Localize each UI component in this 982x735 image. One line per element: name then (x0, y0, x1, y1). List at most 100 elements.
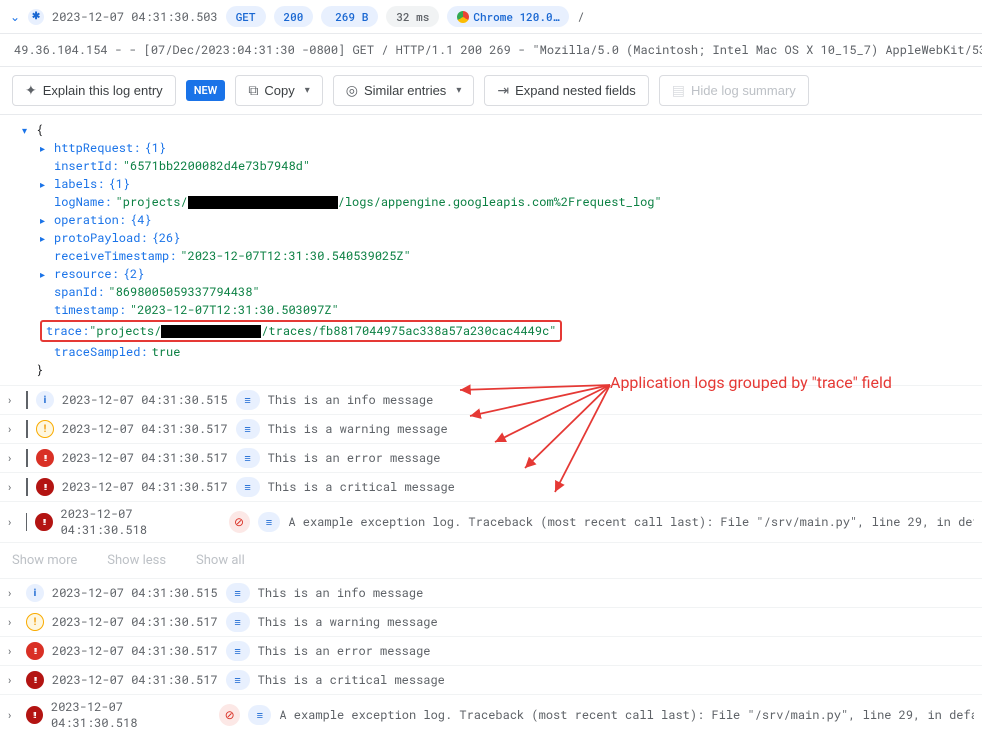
log-timestamp: 2023-12-07 04:31:30.518 (51, 699, 211, 731)
error-reporting-icon[interactable]: ⊘ (219, 704, 240, 726)
log-entry: › 2023-12-07 04:31:30.517 ≡ This is an erro… (0, 443, 982, 472)
log-message: This is a warning message (258, 614, 438, 630)
log-entry: › i 2023-12-07 04:31:30.515 ≡ This is an inf… (0, 385, 982, 414)
severity-info-icon[interactable]: i (26, 584, 44, 602)
expand-caret-icon[interactable]: › (8, 645, 18, 658)
filter-pill-icon[interactable]: ≡ (226, 670, 250, 690)
show-more-link[interactable]: Show more (12, 553, 77, 568)
json-key-httprequest[interactable]: httpRequest: (54, 140, 140, 156)
json-key-insertid[interactable]: insertId: (54, 158, 119, 174)
http-method-pill[interactable]: GET (226, 6, 266, 27)
tree-caret-icon[interactable]: ▸ (40, 142, 50, 155)
group-indicator-bar (26, 449, 28, 467)
latency-pill[interactable]: 32 ms (386, 6, 439, 27)
log-message: This is an info message (268, 392, 434, 408)
header-timestamp: 2023-12-07 04:31:30.503 (52, 9, 218, 25)
expand-caret-icon[interactable]: › (8, 674, 18, 687)
chevron-down-icon[interactable]: ⌄ (10, 10, 20, 24)
hide-summary-button: ▤ Hide log summary (659, 75, 809, 106)
severity-info-icon[interactable]: i (36, 391, 54, 409)
log-entry: ›2023-12-07 04:31:30.517≡This is an erro… (0, 636, 982, 665)
expand-caret-icon[interactable]: › (8, 709, 18, 722)
log-message: A example exception log. Traceback (most… (288, 514, 974, 530)
tree-caret-icon[interactable]: ▾ (22, 124, 32, 137)
json-key-labels[interactable]: labels: (54, 176, 104, 192)
json-key-resource[interactable]: resource: (54, 266, 119, 282)
log-timestamp: 2023-12-07 04:31:30.515 (62, 392, 228, 408)
tree-caret-icon[interactable]: ▸ (40, 268, 50, 281)
filter-pill-icon[interactable]: ≡ (236, 419, 260, 439)
severity-critical-icon[interactable] (26, 671, 44, 689)
log-timestamp: 2023-12-07 04:31:30.515 (52, 585, 218, 601)
json-key-timestamp[interactable]: timestamp: (54, 302, 126, 318)
log-message: This is a critical message (258, 672, 445, 688)
log-timestamp: 2023-12-07 04:31:30.518 (61, 506, 221, 538)
explain-button[interactable]: ✦ Explain this log entry (12, 75, 176, 106)
filter-pill-icon[interactable]: ≡ (226, 583, 250, 603)
copy-icon: ⧉ (248, 82, 258, 99)
expand-caret-icon[interactable]: › (8, 516, 18, 529)
log-entry: ›2023-12-07 04:31:30.517≡This is a warni… (0, 414, 982, 443)
severity-critical-icon[interactable] (35, 513, 52, 531)
severity-critical-icon[interactable] (36, 478, 54, 496)
json-key-protopayload[interactable]: protoPayload: (54, 230, 148, 246)
filter-pill-icon[interactable]: ≡ (258, 512, 281, 532)
filter-pill-icon[interactable]: ≡ (226, 612, 250, 632)
severity-default-icon: ✱ (28, 9, 44, 25)
response-size-pill[interactable]: 269 B (321, 6, 378, 27)
show-all-link[interactable]: Show all (196, 553, 245, 568)
expand-caret-icon[interactable]: › (8, 481, 18, 494)
log-message: This is an error message (268, 450, 441, 466)
log-timestamp: 2023-12-07 04:31:30.517 (52, 614, 218, 630)
raw-log-text: 49.36.104.154 - - [07/Dec/2023:04:31:30 … (0, 34, 982, 67)
json-key-receivetimestamp[interactable]: receiveTimestamp: (54, 248, 176, 264)
similar-entries-button[interactable]: ◎ Similar entries (333, 75, 475, 106)
target-icon: ◎ (346, 82, 358, 99)
expand-caret-icon[interactable]: › (8, 452, 18, 465)
severity-error-icon[interactable] (36, 449, 54, 467)
filter-pill-icon[interactable]: ≡ (248, 705, 271, 725)
severity-warning-icon[interactable] (36, 420, 54, 438)
json-key-operation[interactable]: operation: (54, 212, 126, 228)
expand-caret-icon[interactable]: › (8, 616, 18, 629)
log-entry: › 2023-12-07 04:31:30.517 ≡ This is a criti… (0, 665, 982, 694)
filter-pill-icon[interactable]: ≡ (236, 390, 260, 410)
log-message: This is an info message (258, 585, 424, 601)
hide-icon: ▤ (672, 82, 685, 99)
sparkle-icon: ✦ (25, 82, 37, 99)
expand-nested-button[interactable]: ⇥ Expand nested fields (484, 75, 648, 106)
log-message: A example exception log. Traceback (most… (279, 707, 974, 723)
severity-error-icon[interactable] (26, 642, 44, 660)
log-timestamp: 2023-12-07 04:31:30.517 (62, 450, 228, 466)
group-indicator-bar (26, 420, 28, 438)
json-key-spanid[interactable]: spanId: (54, 284, 104, 300)
expand-caret-icon[interactable]: › (8, 394, 18, 407)
copy-button[interactable]: ⧉ Copy (235, 75, 322, 106)
tree-caret-icon[interactable]: ▸ (40, 214, 50, 227)
expand-caret-icon[interactable]: › (8, 587, 18, 600)
new-badge: NEW (186, 80, 226, 101)
json-tree: ▾{ ▸httpRequest: {1} insertId: "6571bb22… (0, 115, 982, 385)
filter-pill-icon[interactable]: ≡ (236, 477, 260, 497)
log-header-row: ⌄ ✱ 2023-12-07 04:31:30.503 GET 200 269 … (0, 0, 982, 34)
log-message: This is a critical message (268, 479, 455, 495)
filter-pill-icon[interactable]: ≡ (226, 641, 250, 661)
browser-pill[interactable]: Chrome 120.0… (447, 6, 569, 27)
json-key-trace[interactable]: trace: (46, 323, 89, 339)
filter-pill-icon[interactable]: ≡ (236, 448, 260, 468)
tree-caret-icon[interactable]: ▸ (40, 178, 50, 191)
error-reporting-icon[interactable]: ⊘ (229, 511, 250, 533)
request-path: / (577, 9, 584, 25)
severity-critical-icon[interactable] (26, 706, 43, 724)
group-indicator-bar (26, 391, 28, 409)
log-timestamp: 2023-12-07 04:31:30.517 (52, 672, 218, 688)
json-key-logname[interactable]: logName: (54, 194, 112, 210)
severity-warning-icon[interactable] (26, 613, 44, 631)
http-status-pill[interactable]: 200 (274, 6, 314, 27)
tree-caret-icon[interactable]: ▸ (40, 232, 50, 245)
show-less-link[interactable]: Show less (107, 553, 166, 568)
log-entry: › i 2023-12-07 04:31:30.515 ≡ This is an inf… (0, 578, 982, 607)
json-key-tracesampled[interactable]: traceSampled: (54, 344, 148, 360)
expand-icon: ⇥ (497, 82, 509, 99)
expand-caret-icon[interactable]: › (8, 423, 18, 436)
